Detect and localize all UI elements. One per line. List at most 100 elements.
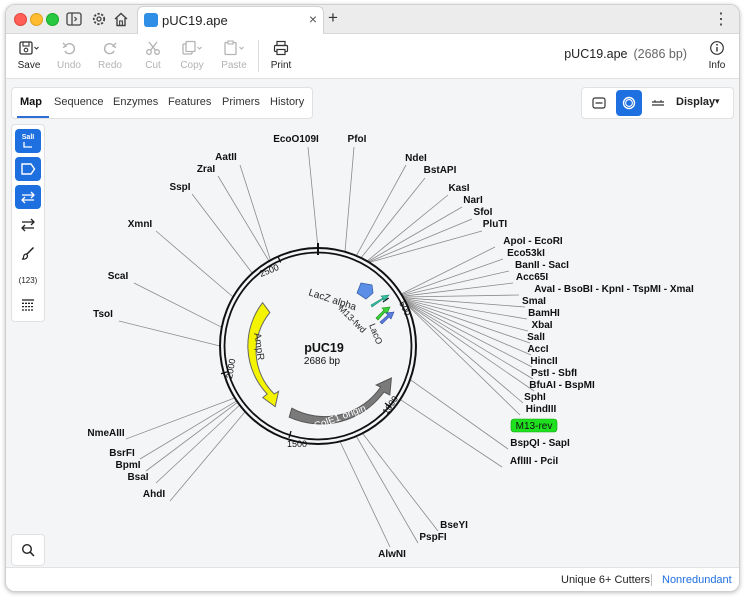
gear-icon[interactable] — [90, 10, 108, 28]
enzyme-site-label[interactable]: PspFI — [419, 532, 446, 543]
enzyme-leader-line — [403, 298, 528, 320]
enzyme-leader-line — [406, 304, 521, 416]
enzyme-site-label[interactable]: HincII — [530, 356, 557, 367]
tick-label-2000: 2000 — [224, 358, 237, 379]
redundancy-mode-label[interactable]: Nonredundant — [662, 574, 732, 586]
plasmid-map: 500 1000 1500 2000 2500 AmpR ColE1 origi… — [87, 134, 694, 560]
clipboard-icon — [214, 38, 254, 58]
undo-button[interactable]: Undo — [49, 38, 89, 76]
enzyme-site-label[interactable]: XbaI — [531, 320, 552, 331]
enzyme-site-label[interactable]: SspI — [169, 182, 190, 193]
app-window: pUC19.ape × + ⋮ Save Undo Redo Cut Copy … — [5, 4, 740, 592]
enzyme-leader-line — [125, 397, 236, 440]
enzyme-site-label[interactable]: PluTI — [483, 219, 508, 230]
minimize-window-button[interactable] — [30, 13, 43, 26]
enzyme-site-label[interactable]: BsaI — [127, 472, 148, 483]
close-window-button[interactable] — [14, 13, 27, 26]
enzyme-leader-line — [355, 435, 419, 544]
more-vertical-icon[interactable]: ⋮ — [713, 9, 729, 29]
enzyme-leader-line — [307, 146, 319, 249]
zoom-window-button[interactable] — [46, 13, 59, 26]
enzyme-leader-line — [367, 206, 463, 262]
document-name: pUC19.ape — [564, 47, 628, 61]
enzyme-site-label[interactable]: ApoI - EcoRI — [503, 236, 563, 247]
print-button[interactable]: Print — [261, 38, 301, 76]
enzyme-site-label[interactable]: BanII - SacI — [515, 260, 569, 271]
enzyme-site-label[interactable]: AccI — [527, 344, 548, 355]
scissors-icon — [133, 38, 173, 58]
enzyme-leader-line — [401, 258, 504, 296]
document-summary: pUC19.ape (2686 bp) — [564, 47, 687, 61]
enzyme-site-label[interactable]: Eco53kI — [507, 248, 545, 259]
enzyme-leader-line — [405, 301, 534, 380]
enzyme-site-label[interactable]: NdeI — [405, 153, 427, 164]
m13-fwd-primer[interactable] — [370, 294, 390, 308]
save-icon — [9, 38, 49, 58]
enzyme-site-label[interactable]: BstAPI — [424, 165, 457, 176]
enzyme-site-label[interactable]: BseYI — [440, 520, 468, 531]
enzyme-site-label[interactable]: AlwNI — [378, 549, 406, 560]
cutter-filter-label[interactable]: Unique 6+ Cutters — [561, 574, 650, 586]
enzyme-leader-line — [344, 146, 355, 252]
tab-title: pUC19.ape — [162, 13, 228, 28]
enzyme-leader-line — [399, 399, 503, 468]
enzyme-site-label[interactable]: NarI — [463, 195, 483, 206]
laco-label: LacO — [367, 322, 384, 346]
enzyme-site-label[interactable]: PstI - SbfI — [531, 368, 577, 379]
paste-label: Paste — [221, 60, 247, 71]
enzyme-site-label[interactable]: BsrFI — [109, 448, 135, 459]
enzyme-site-label[interactable]: BfuAI - BspMI — [529, 380, 595, 391]
copy-button[interactable]: Copy — [172, 38, 212, 76]
enzyme-site-label[interactable]: HindIII — [526, 404, 557, 415]
map-view: Map Sequence Enzymes Features Primers Hi… — [6, 79, 739, 567]
enzyme-leader-line — [217, 175, 270, 262]
enzyme-site-label[interactable]: AflIII - PciI — [510, 456, 559, 467]
printer-icon — [261, 38, 301, 58]
enzyme-site-label[interactable]: AhdI — [143, 489, 165, 500]
enzyme-site-label[interactable]: TsoI — [93, 309, 113, 320]
tab-close-button[interactable]: × — [309, 11, 317, 27]
plasmid-length: 2686 bp — [304, 356, 341, 367]
lacz-alpha-feature[interactable] — [356, 282, 374, 300]
print-label: Print — [270, 60, 292, 71]
enzyme-site-label[interactable]: ZraI — [197, 164, 216, 175]
enzyme-site-label[interactable]: SfoI — [474, 207, 493, 218]
enzyme-leader-line — [239, 164, 271, 261]
enzyme-leader-line — [362, 433, 439, 532]
enzyme-leader-line — [155, 404, 240, 484]
enzyme-leader-line — [360, 177, 426, 259]
enzyme-site-label[interactable]: SalI — [527, 332, 545, 343]
enzyme-site-label[interactable]: AatII — [215, 152, 237, 163]
cut-button[interactable]: Cut — [133, 38, 173, 76]
tick-label-2500: 2500 — [258, 262, 280, 279]
enzyme-site-label[interactable]: KasI — [448, 183, 469, 194]
toolbar-divider — [258, 40, 259, 72]
enzyme-site-label[interactable]: BamHI — [528, 308, 560, 319]
enzyme-site-label[interactable]: XmnI — [128, 219, 153, 230]
title-bar: pUC19.ape × + ⋮ — [6, 5, 739, 34]
enzyme-site-label[interactable]: NmeAIII — [87, 428, 124, 439]
enzyme-site-label[interactable]: AvaI - BsoBI - KpnI - TspMI - XmaI — [534, 284, 694, 295]
status-divider — [651, 574, 652, 586]
undo-label: Undo — [57, 60, 81, 71]
enzyme-site-label[interactable]: EcoO109I — [273, 134, 319, 145]
status-bar: Unique 6+ Cutters Nonredundant — [6, 567, 739, 591]
enzyme-leader-line — [404, 299, 531, 344]
sidebar-toggle-icon[interactable] — [65, 10, 83, 28]
info-button[interactable]: Info — [697, 38, 737, 76]
enzyme-site-label[interactable]: BpmI — [116, 460, 141, 471]
enzyme-leader-line — [401, 270, 510, 296]
enzyme-site-label[interactable]: Acc65I — [516, 272, 548, 283]
enzyme-site-label[interactable]: ScaI — [108, 271, 129, 282]
enzyme-site-label[interactable]: BspQI - SapI — [510, 438, 570, 449]
enzyme-site-label[interactable]: SphI — [524, 392, 546, 403]
document-tab[interactable]: pUC19.ape × — [137, 6, 324, 34]
enzyme-site-label[interactable]: SmaI — [522, 296, 546, 307]
new-tab-button[interactable]: + — [328, 8, 338, 28]
redo-button[interactable]: Redo — [90, 38, 130, 76]
enzyme-site-label[interactable]: PfoI — [348, 134, 367, 145]
document-icon — [144, 13, 158, 27]
save-button[interactable]: Save — [9, 38, 49, 76]
paste-button[interactable]: Paste — [214, 38, 254, 76]
home-icon[interactable] — [112, 10, 130, 28]
